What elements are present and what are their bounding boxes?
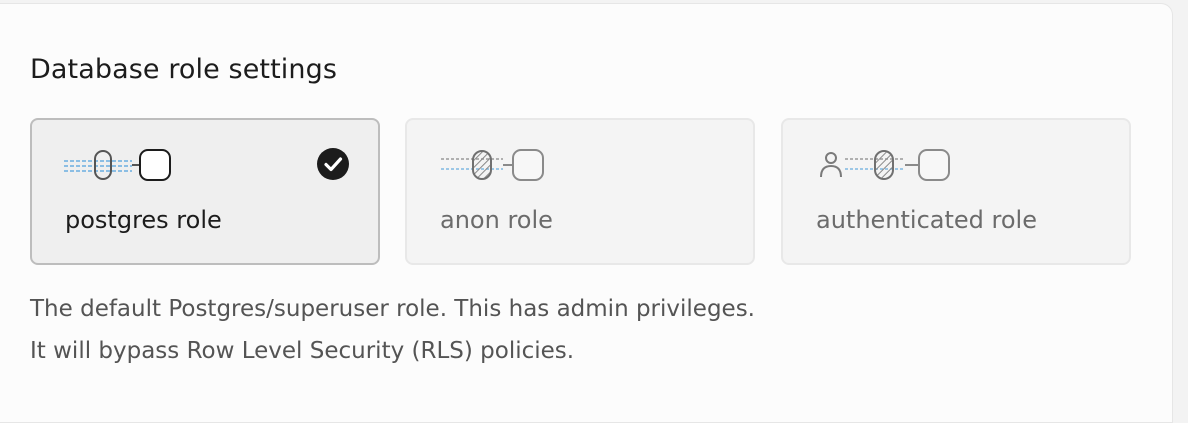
anon-role-icon	[437, 147, 577, 191]
authenticated-role-icon	[813, 147, 963, 191]
postgres-role-icon	[62, 147, 202, 191]
role-label: anon role	[440, 206, 553, 234]
role-description-line-2: It will bypass Row Level Security (RLS) …	[30, 338, 575, 364]
authenticated-role-card[interactable]: authenticated role	[781, 118, 1131, 265]
role-settings-panel: Database role settings postgres role ano…	[0, 3, 1173, 423]
role-label: authenticated role	[816, 206, 1037, 234]
panel-title: Database role settings	[30, 54, 338, 85]
check-circle-icon	[316, 147, 350, 185]
anon-role-card[interactable]: anon role	[405, 118, 755, 265]
role-label: postgres role	[65, 206, 222, 234]
role-description-line-1: The default Postgres/superuser role. Thi…	[30, 296, 755, 322]
postgres-role-card[interactable]: postgres role	[30, 118, 380, 265]
